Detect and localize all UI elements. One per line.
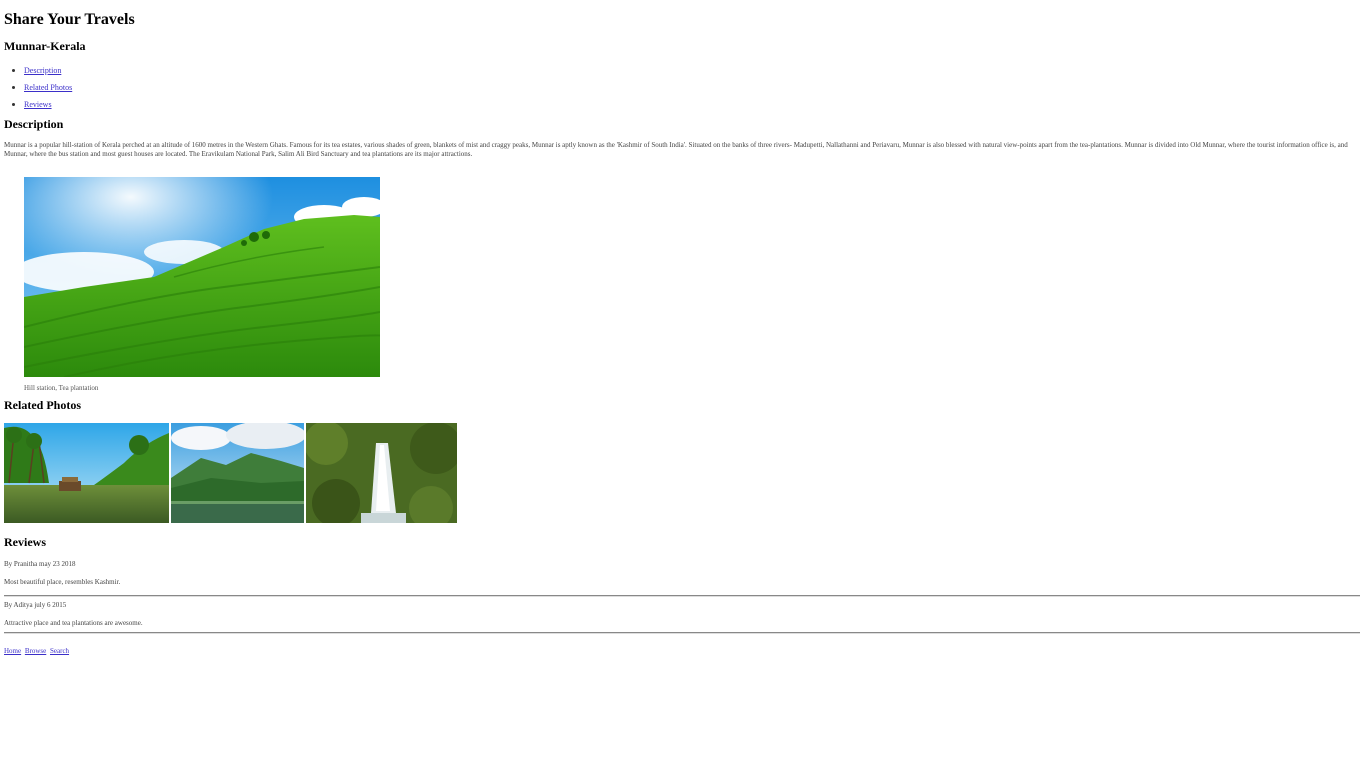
footer-link-home[interactable]: Home (4, 647, 21, 655)
review-text: Attractive place and tea plantations are… (4, 619, 143, 627)
nav-item-reviews: Reviews (24, 96, 72, 113)
footer-link-browse[interactable]: Browse (25, 647, 46, 655)
site-title: Share Your Travels (4, 11, 135, 28)
review-item: By Pranitha may 23 2018 Most beautiful p… (4, 560, 1362, 587)
reviews-heading: Reviews (4, 535, 46, 549)
review-text: Most beautiful place, resembles Kashmir. (4, 578, 121, 586)
image-caption: Hill station, Tea plantation (24, 384, 99, 392)
review-byline: By Pranitha may 23 2018 (4, 560, 76, 568)
review-byline: By Aditya july 6 2015 (4, 601, 67, 609)
nav-item-related-photos: Related Photos (24, 79, 72, 96)
footer-link-search[interactable]: Search (50, 647, 69, 655)
nav-link-reviews[interactable]: Reviews (24, 100, 52, 109)
tea-plantation-image (14, 177, 386, 378)
review-item: By Aditya july 6 2015 Attractive place a… (4, 601, 1362, 628)
description-text: Munnar is a popular hill-station of Kera… (4, 141, 1348, 158)
nav-link-related-photos[interactable]: Related Photos (24, 83, 72, 92)
main-figure: Hill station, Tea plantation (14, 177, 386, 393)
review-divider (4, 595, 1360, 597)
review-divider (4, 632, 1360, 634)
description-heading: Description (4, 117, 64, 131)
footer-nav: Home Browse Search (4, 647, 71, 656)
related-photos-heading: Related Photos (4, 398, 81, 412)
nav-item-description: Description (24, 62, 72, 79)
related-photo-mountain-lake[interactable] (171, 423, 304, 523)
section-nav: Description Related Photos Reviews (4, 62, 72, 113)
related-photo-waterfall[interactable] (306, 423, 457, 523)
place-title: Munnar-Kerala (4, 39, 86, 53)
related-photos (4, 423, 457, 523)
nav-link-description[interactable]: Description (24, 66, 61, 75)
related-photo-backwaters[interactable] (4, 423, 169, 523)
